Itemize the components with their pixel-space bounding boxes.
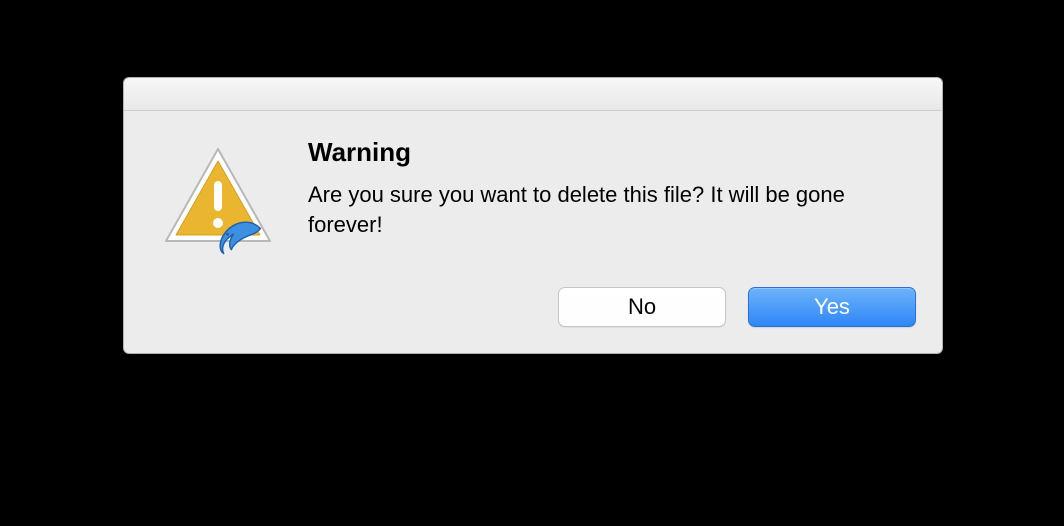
no-button[interactable]: No [558, 287, 726, 327]
dialog-title: Warning [308, 137, 906, 168]
icon-column [150, 135, 288, 261]
dialog-message: Are you sure you want to delete this fil… [308, 180, 868, 239]
app-badge-icon [214, 211, 272, 269]
alert-dialog: Warning Are you sure you want to delete … [123, 77, 943, 354]
button-row: No Yes [124, 287, 942, 353]
dialog-body: Warning Are you sure you want to delete … [124, 111, 942, 287]
titlebar[interactable] [124, 78, 942, 111]
yes-button[interactable]: Yes [748, 287, 916, 327]
warning-icon [158, 141, 278, 261]
text-column: Warning Are you sure you want to delete … [288, 135, 916, 239]
